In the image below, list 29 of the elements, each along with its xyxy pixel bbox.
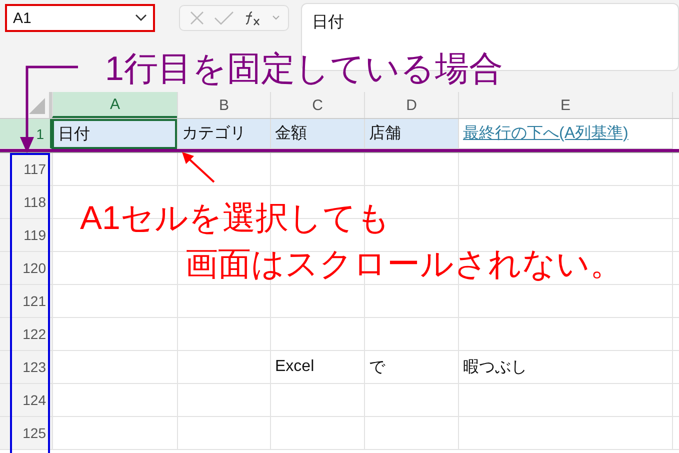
row-header[interactable]: 124 <box>0 384 52 416</box>
cancel-icon[interactable] <box>188 10 204 26</box>
table-cell: 暇つぶし <box>458 351 672 383</box>
caret-icon[interactable] <box>272 15 280 21</box>
header-cell: カテゴリ <box>177 119 270 149</box>
row-header[interactable]: 120 <box>0 252 52 284</box>
row-header[interactable]: 122 <box>0 318 52 350</box>
triangle-icon <box>29 98 45 114</box>
row-header[interactable]: 125 <box>0 417 52 449</box>
name-box[interactable]: A1 <box>5 4 155 32</box>
column-header[interactable]: C <box>270 92 364 118</box>
column-header[interactable]: D <box>364 92 458 118</box>
table-cell: で <box>364 351 458 383</box>
column-header[interactable]: E <box>458 92 672 118</box>
table-cell: Excel <box>270 351 364 383</box>
header-cell: 金額 <box>270 119 364 149</box>
check-icon[interactable] <box>214 10 234 26</box>
row-header[interactable]: 123 <box>0 351 52 383</box>
header-cell: 日付 <box>52 119 177 149</box>
chevron-down-icon <box>135 14 147 22</box>
row-header[interactable]: 118 <box>0 186 52 218</box>
column-header[interactable]: A <box>52 92 177 118</box>
annotation-text: A1セルを選択しても 画面はスクロールされない。 <box>80 198 623 284</box>
header-cell: 店舗 <box>364 119 458 149</box>
row-header[interactable]: 121 <box>0 285 52 317</box>
row-header[interactable]: 1 <box>0 119 52 149</box>
pointer-arrow <box>182 152 215 183</box>
column-header[interactable]: B <box>177 92 270 118</box>
row-header[interactable]: 119 <box>0 219 52 251</box>
